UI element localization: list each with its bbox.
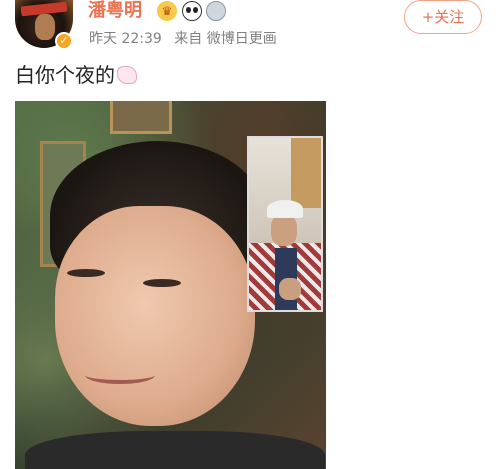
panda-medal-icon[interactable]	[182, 1, 202, 21]
pip-hat	[267, 200, 303, 218]
left-eye	[67, 269, 105, 277]
pip-cabinet	[291, 138, 321, 208]
crown-medal-icon[interactable]: ♛	[157, 1, 177, 21]
post-text-content: 白你个夜的	[15, 63, 115, 87]
picture-frame	[110, 101, 172, 134]
post-time: 昨天 22:39	[89, 31, 162, 47]
person-face	[55, 206, 255, 426]
post-source[interactable]: 来自 微博日更画	[174, 31, 276, 47]
blush-emoji-icon	[117, 66, 137, 84]
silver-medal-icon[interactable]	[206, 1, 226, 21]
username[interactable]: 潘粤明	[88, 0, 142, 22]
pip-peace-hand	[279, 278, 301, 300]
mouth	[85, 366, 155, 384]
verified-badge-icon: ✓	[55, 32, 73, 50]
person-shirt	[25, 431, 325, 469]
post-image[interactable]	[15, 101, 326, 469]
right-eye	[143, 279, 181, 287]
video-call-pip[interactable]	[247, 136, 323, 312]
follow-button[interactable]: +关注	[404, 0, 482, 34]
post-text: 白你个夜的	[15, 62, 137, 88]
avatar-face	[35, 14, 55, 40]
pip-face	[271, 214, 297, 246]
post-meta: 昨天 22:39 来自 微博日更画	[89, 30, 285, 48]
